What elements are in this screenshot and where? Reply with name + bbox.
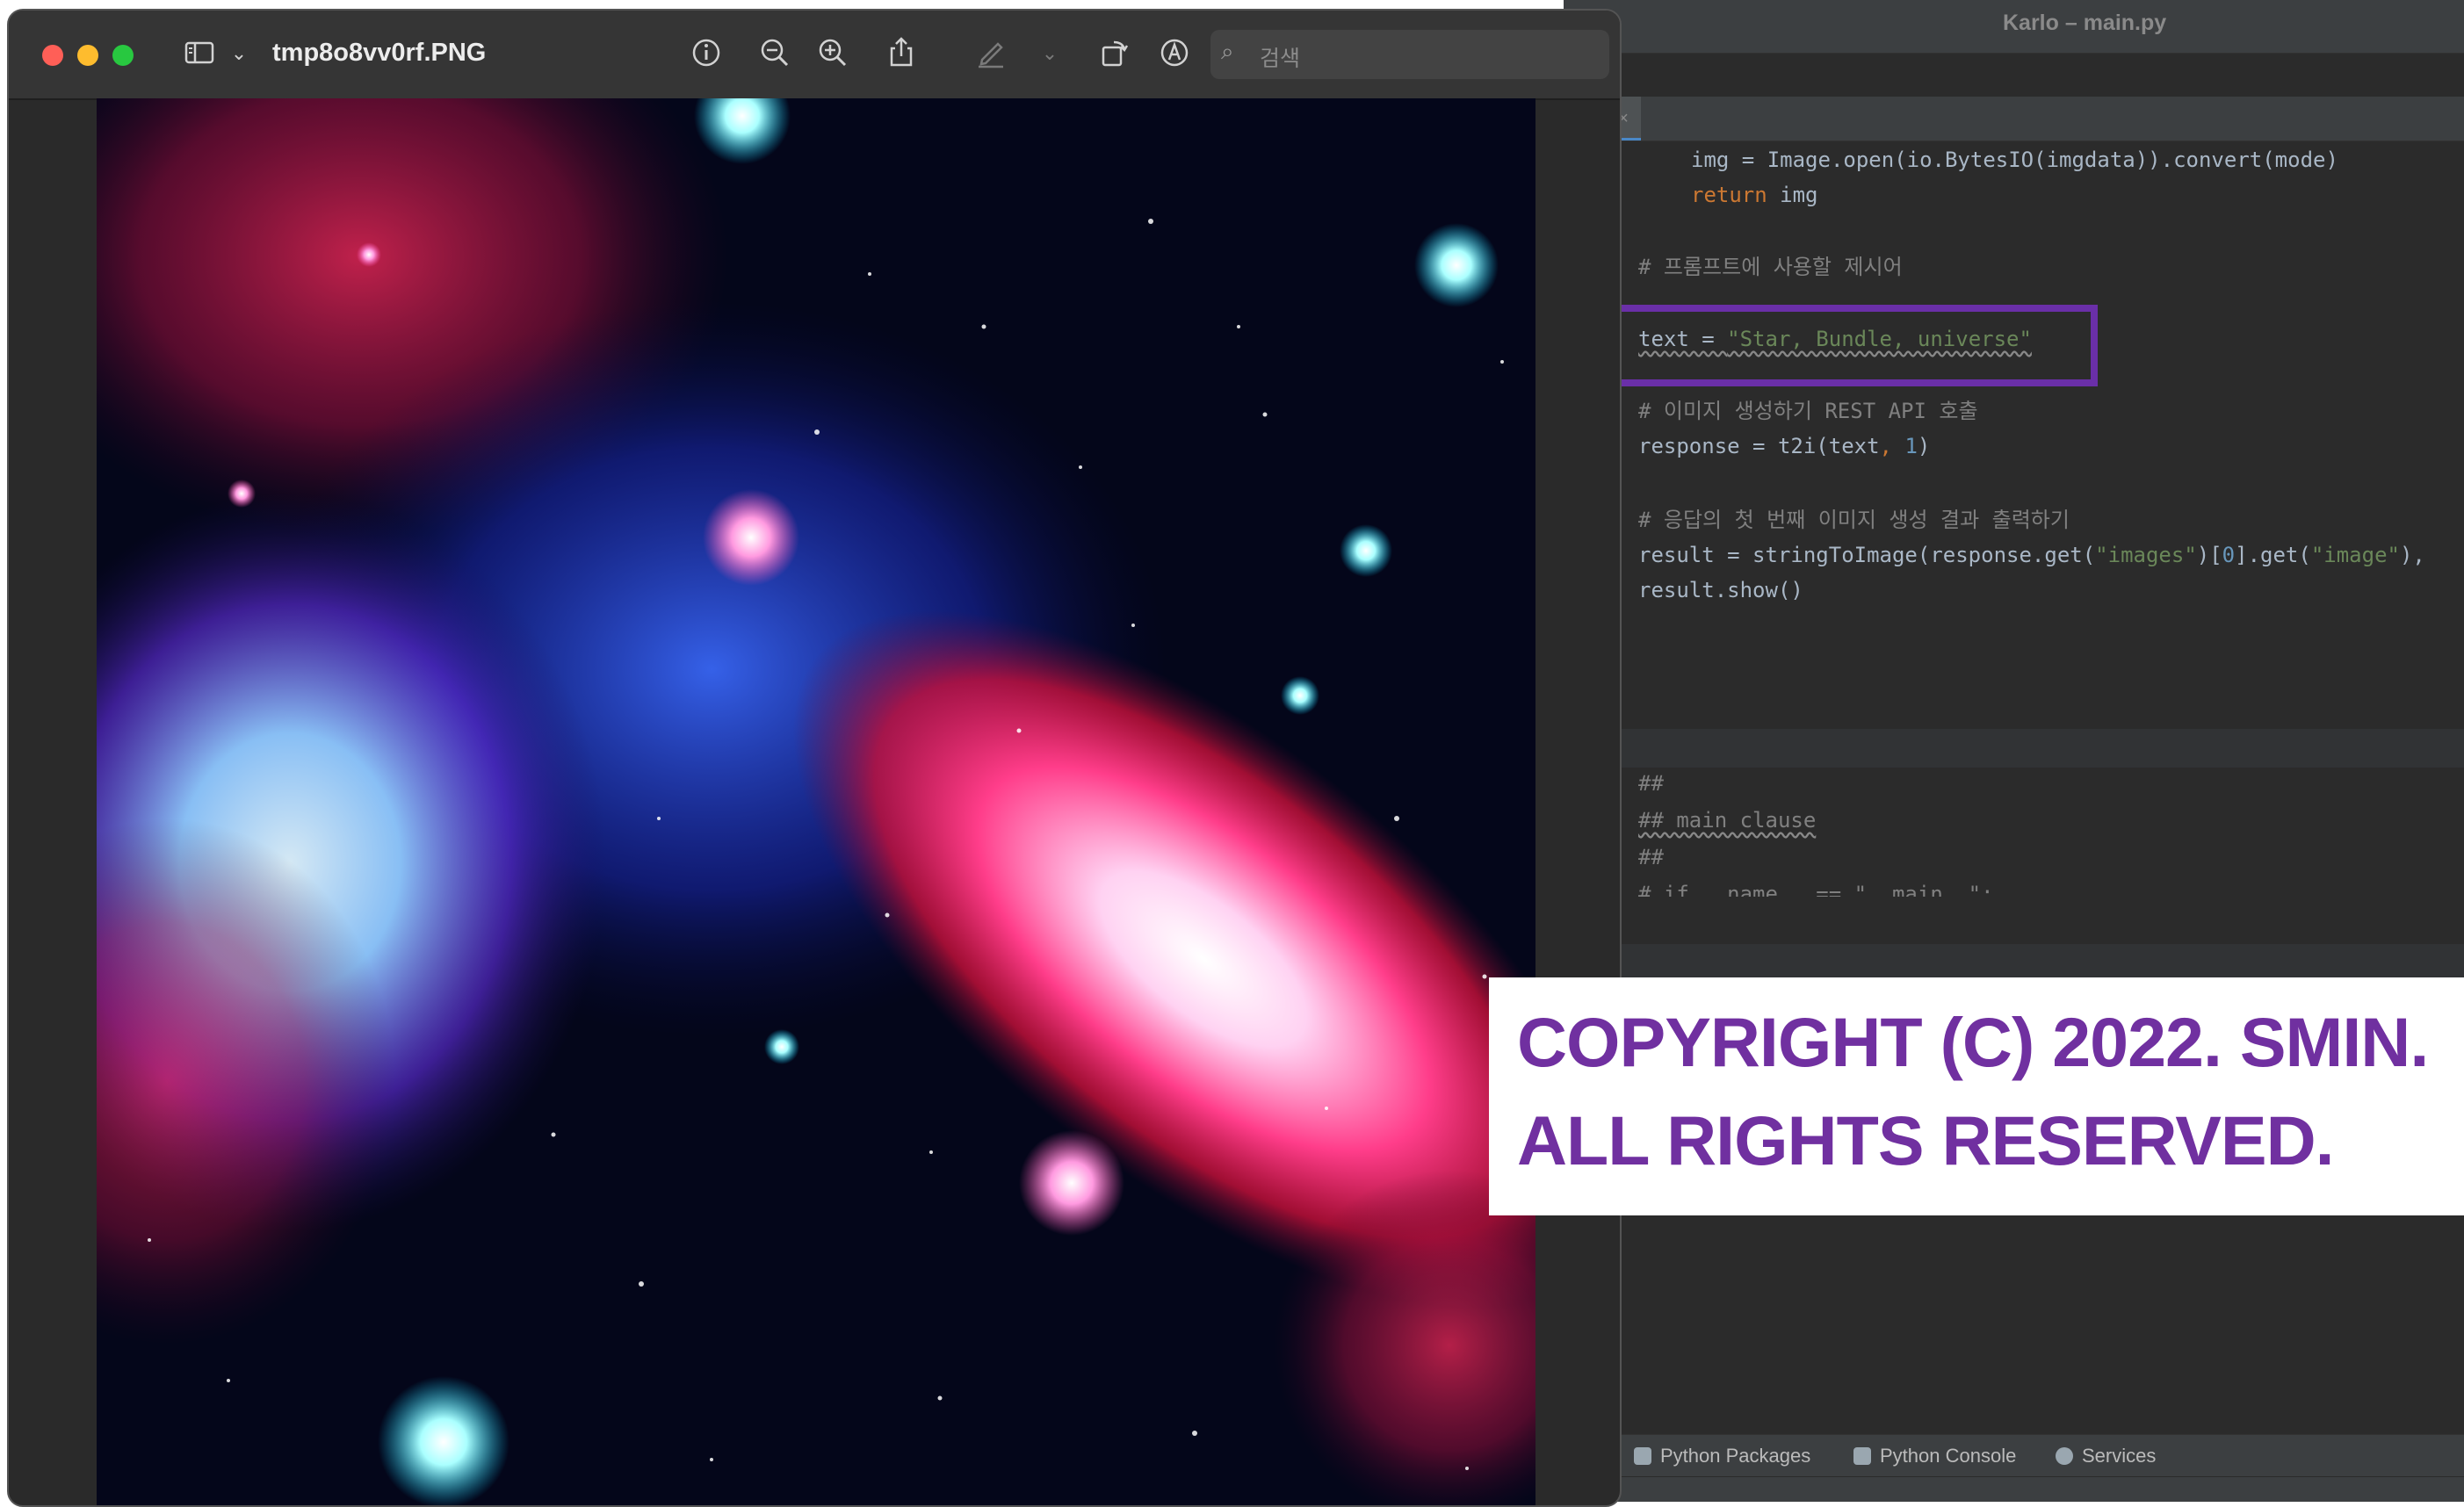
packages-icon [1634, 1447, 1651, 1465]
editor-separator [1564, 729, 2464, 768]
preview-toolbar: ⌄ tmp8o8vv0rf.PNG ⌄ ⌕ 검색 [9, 11, 1620, 100]
code-comment: # if __name__ == "__main__": [1638, 882, 1994, 897]
code-comment: ## main clause [1638, 808, 1817, 833]
chevron-down-icon[interactable]: ⌄ [220, 35, 258, 74]
copyright-line-1: COPYRIGHT (C) 2022. SMIN. [1517, 1003, 2429, 1081]
ide-titlebar: Karlo – main.py [1564, 0, 2464, 54]
minimize-window-button[interactable] [77, 45, 98, 66]
search-field[interactable]: ⌕ 검색 [1210, 30, 1609, 79]
sidebar-icon[interactable] [180, 35, 219, 74]
ide-window-title: Karlo – main.py [2003, 11, 2167, 35]
preview-window: ⌄ tmp8o8vv0rf.PNG ⌄ ⌕ 검색 [7, 9, 1622, 1507]
share-icon[interactable] [882, 35, 921, 74]
highlight-box [1608, 305, 2098, 386]
info-icon[interactable] [687, 35, 726, 74]
ide-tab-bar: py× [1564, 97, 2464, 141]
ide-status-bar [1564, 1476, 2464, 1502]
code-line: response = t2i(text, 1) [1638, 434, 1931, 458]
search-icon: ⌕ [1221, 39, 1234, 65]
galaxy-image [97, 98, 1535, 1505]
python-icon [1853, 1447, 1871, 1465]
copyright-line-2: ALL RIGHTS RESERVED. [1517, 1101, 2335, 1179]
code-comment: ## [1638, 845, 1664, 869]
code-comment: # 이미지 생성하기 REST API 호출 [1638, 399, 1978, 423]
ide-window: Karlo – main.py py× img = Image.open(io.… [1564, 0, 2464, 1502]
copyright-banner: COPYRIGHT (C) 2022. SMIN. ALL RIGHTS RES… [1489, 977, 2464, 1215]
rotate-icon[interactable] [1095, 35, 1133, 74]
markup-chevron-icon[interactable]: ⌄ [1030, 35, 1069, 74]
image-canvas[interactable] [97, 98, 1535, 1505]
code-line: result.show() [1638, 578, 1803, 602]
zoom-in-icon[interactable] [813, 35, 852, 74]
search-placeholder: 검색 [1260, 46, 1301, 71]
code-comment: # 응답의 첫 번째 이미지 생성 결과 출력하기 [1638, 508, 2070, 532]
tool-window-bar: Python Packages Python Console Services [1564, 1434, 2464, 1477]
services-icon [2056, 1447, 2073, 1465]
zoom-out-icon[interactable] [755, 35, 794, 74]
markup-icon[interactable] [972, 35, 1010, 74]
code-line: result = stringToImage(response.get("ima… [1638, 543, 2425, 567]
python-console-tool[interactable]: Python Console [1853, 1435, 2016, 1477]
code-comment: # 프롬프트에 사용할 제시어 [1638, 255, 1903, 279]
services-tool[interactable]: Services [2056, 1435, 2156, 1477]
code-line: img = Image.open(io.BytesIO(imgdata)).co… [1691, 148, 2338, 172]
code-comment: ## [1638, 771, 1664, 796]
annotate-icon[interactable] [1155, 35, 1194, 74]
close-window-button[interactable] [42, 45, 63, 66]
python-packages-tool[interactable]: Python Packages [1634, 1435, 1810, 1477]
code-line: return img [1691, 183, 1818, 207]
document-title: tmp8o8vv0rf.PNG [272, 39, 487, 67]
zoom-window-button[interactable] [112, 45, 134, 66]
